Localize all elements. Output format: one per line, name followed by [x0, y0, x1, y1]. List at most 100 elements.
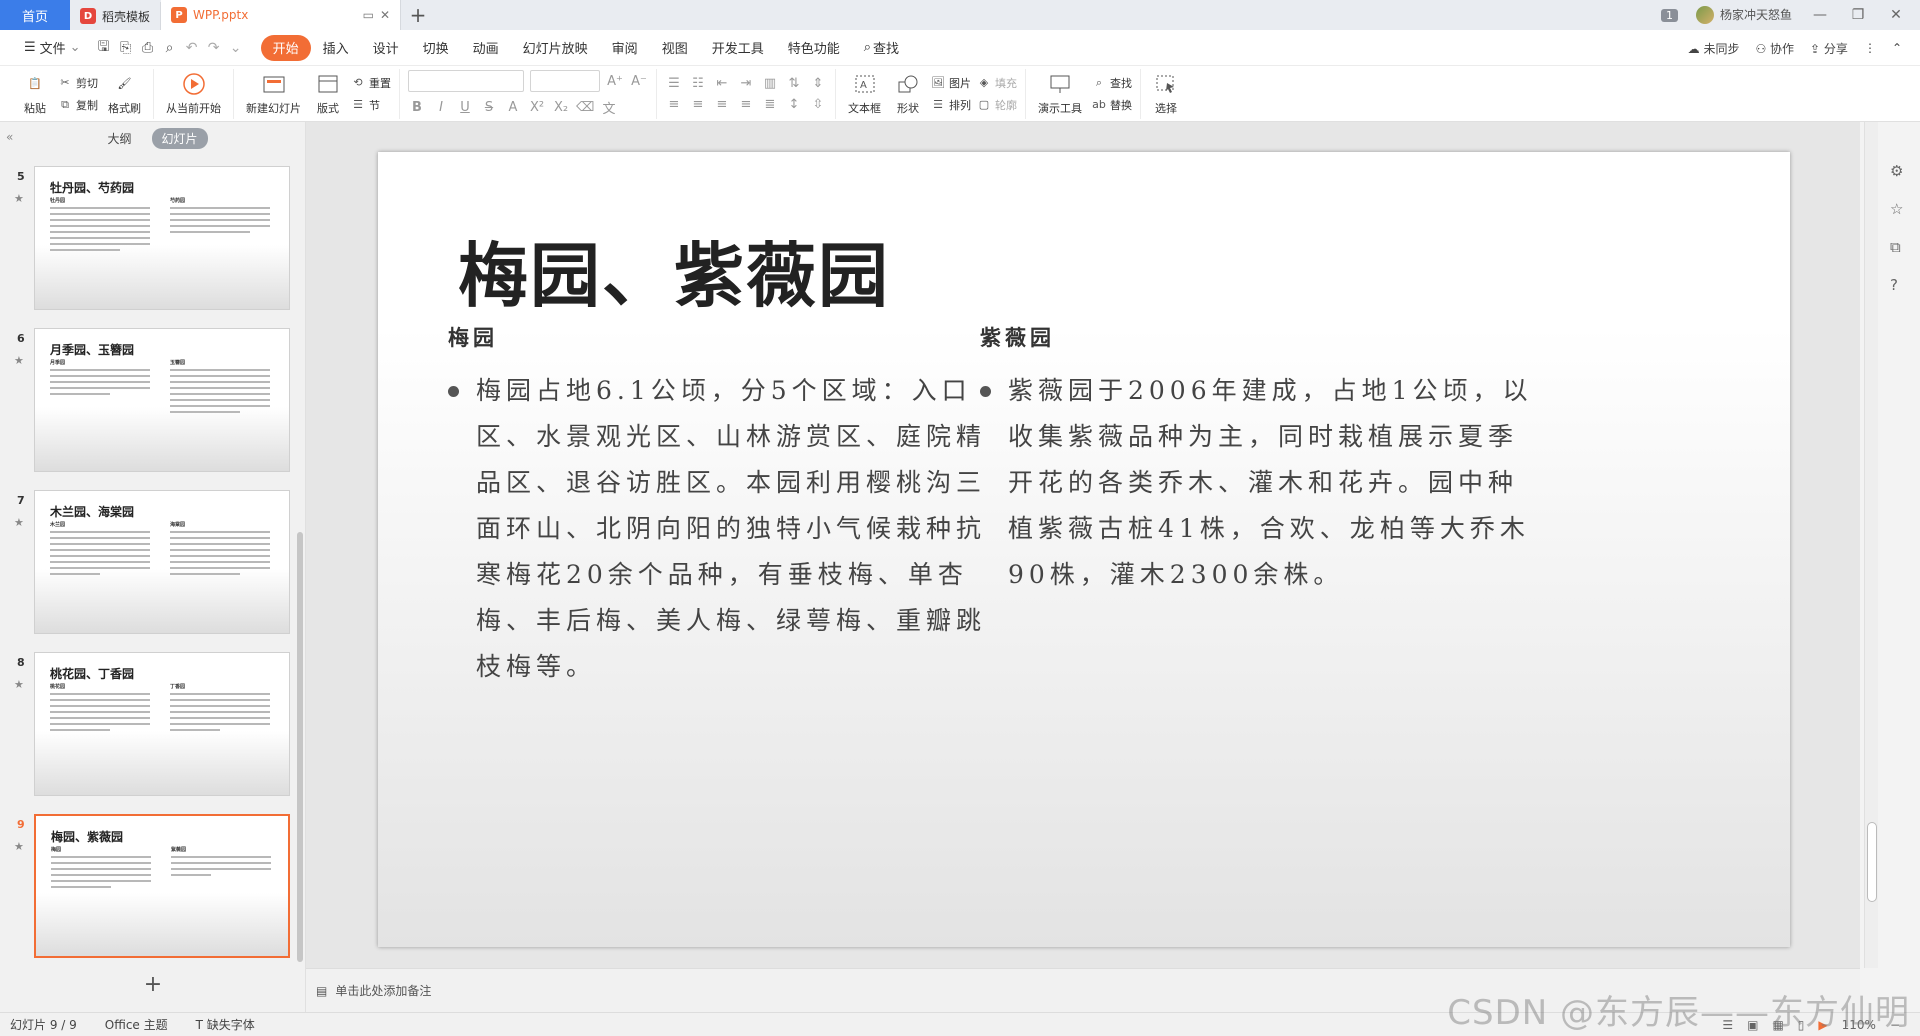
star-icon[interactable]: ★: [14, 678, 24, 691]
menu-view[interactable]: 视图: [650, 35, 700, 61]
from-current-button[interactable]: 从当前开始: [162, 72, 225, 116]
missing-font-button[interactable]: T 缺失字体: [196, 1016, 255, 1033]
format-painter-button[interactable]: 🖌 格式刷: [104, 72, 145, 116]
outline-button[interactable]: ▢ 轮廓: [977, 97, 1017, 113]
text-direction-icon[interactable]: ⇅: [785, 76, 803, 91]
minimize-icon[interactable]: —: [1810, 7, 1830, 23]
paragraph-spacing-icon[interactable]: ⇳: [809, 97, 827, 112]
tab-slides[interactable]: 幻灯片: [151, 127, 208, 149]
menu-transition[interactable]: 切换: [411, 35, 461, 61]
replace-button[interactable]: ab 替换: [1092, 97, 1132, 113]
collab-button[interactable]: ⚇ 协作: [1755, 40, 1794, 57]
star-icon[interactable]: ★: [14, 354, 24, 367]
right-subtitle[interactable]: 紫薇园: [980, 322, 1540, 352]
window-count-badge[interactable]: 1: [1660, 8, 1678, 22]
scrollbar-thumb[interactable]: [1867, 822, 1877, 902]
subscript-icon[interactable]: X₂: [552, 100, 570, 115]
italic-icon[interactable]: I: [432, 100, 450, 115]
star-icon[interactable]: ★: [14, 516, 24, 529]
copy-button[interactable]: ⧉ 复制: [58, 97, 98, 113]
select-button[interactable]: 选择: [1149, 72, 1183, 116]
file-menu[interactable]: ☰ 文件 ⌄: [12, 35, 93, 61]
undo-icon[interactable]: ↶: [181, 37, 203, 59]
menu-developer[interactable]: 开发工具: [700, 35, 776, 61]
decrease-indent-icon[interactable]: ⇤: [713, 76, 731, 91]
distribute-icon[interactable]: ≣: [761, 97, 779, 112]
save-icon[interactable]: 🖫: [93, 37, 115, 59]
left-body[interactable]: 梅园占地6.1公顷，分5个区域：入口区、水景观光区、山林游赏区、庭院精品区、退谷…: [448, 368, 1008, 690]
slide-thumbnail[interactable]: 6 ★ 月季园、玉簪园 月季园 玉簪园: [0, 328, 296, 476]
menu-slideshow[interactable]: 幻灯片放映: [511, 35, 600, 61]
sync-button[interactable]: ☁ 未同步: [1688, 40, 1740, 57]
line-spacing-icon[interactable]: ↕: [785, 97, 803, 112]
new-slide-button[interactable]: 新建幻灯片: [242, 72, 305, 116]
help-icon[interactable]: ?: [1890, 276, 1903, 294]
slide-thumbnail[interactable]: 5 ★ 牡丹园、芍药园 牡丹园 芍药园: [0, 166, 296, 314]
underline-icon[interactable]: U: [456, 100, 474, 115]
numbering-icon[interactable]: ☷: [689, 76, 707, 91]
user-account[interactable]: 杨家冲天怒鱼: [1695, 6, 1792, 25]
vertical-scrollbar[interactable]: [1864, 122, 1878, 968]
thumbnail-preview[interactable]: 月季园、玉簪园 月季园 玉簪园: [34, 328, 290, 472]
restore-icon[interactable]: ❐: [1848, 7, 1868, 23]
slide-title[interactable]: 梅园、紫薇园: [458, 220, 890, 321]
slide-thumbnail-selected[interactable]: 9 ★ 梅园、紫薇园 梅园 紫薇园: [0, 814, 296, 962]
thumbnail-preview[interactable]: 牡丹园、芍药园 牡丹园 芍药园: [34, 166, 290, 310]
slide-canvas[interactable]: 梅园、紫薇园 梅园 梅园占地6.1公顷，分5个区域：入口区、水景观光区、山林游赏…: [378, 152, 1790, 947]
new-tab-button[interactable]: +: [401, 0, 435, 30]
thumbnail-preview[interactable]: 木兰园、海棠园 木兰园 海棠园: [34, 490, 290, 634]
star-icon[interactable]: ★: [14, 192, 24, 205]
layout-button[interactable]: 版式: [311, 72, 345, 116]
menu-search[interactable]: ⌕ 查找: [852, 35, 911, 61]
right-column[interactable]: 紫薇园 紫薇园于2006年建成，占地1公顷，以收集紫薇品种为主，同时栽植展示夏季…: [980, 322, 1540, 598]
superscript-icon[interactable]: X²: [528, 100, 546, 115]
layers-icon[interactable]: ⧉: [1890, 238, 1903, 256]
reset-button[interactable]: ⟲ 重置: [351, 75, 391, 91]
align-right-icon[interactable]: ≡: [713, 97, 731, 112]
menu-home[interactable]: 开始: [260, 34, 311, 61]
close-window-icon[interactable]: ✕: [1886, 7, 1906, 23]
font-shrink-icon[interactable]: A⁻: [630, 74, 648, 89]
slide-thumbnail[interactable]: 7 ★ 木兰园、海棠园 木兰园 海棠园: [0, 490, 296, 638]
pin-tab-icon[interactable]: ▭: [363, 8, 374, 22]
bullets-icon[interactable]: ☰: [665, 76, 683, 91]
redo-icon[interactable]: ↷: [203, 37, 225, 59]
collapse-ribbon-icon[interactable]: ⌃: [1892, 41, 1902, 55]
section-button[interactable]: ☰ 节: [351, 97, 391, 113]
right-body[interactable]: 紫薇园于2006年建成，占地1公顷，以收集紫薇品种为主，同时栽植展示夏季开花的各…: [980, 368, 1540, 598]
shape-button[interactable]: 形状: [891, 72, 925, 116]
bold-icon[interactable]: B: [408, 100, 426, 115]
font-grow-icon[interactable]: A⁺: [606, 74, 624, 89]
columns-icon[interactable]: ▥: [761, 76, 779, 91]
tab-outline[interactable]: 大纲: [97, 128, 141, 149]
fill-button[interactable]: ◈ 填充: [977, 75, 1017, 91]
star-icon[interactable]: ★: [14, 840, 24, 853]
tab-home[interactable]: 首页: [0, 0, 70, 30]
arrange-button[interactable]: ☰ 排列: [931, 97, 971, 113]
notes-placeholder[interactable]: 单击此处添加备注: [335, 982, 431, 999]
menu-review[interactable]: 审阅: [600, 35, 650, 61]
print-preview-icon[interactable]: ⌕: [159, 37, 181, 59]
properties-icon[interactable]: ⚙: [1890, 162, 1903, 180]
align-text-icon[interactable]: ⇕: [809, 76, 827, 91]
customize-icon[interactable]: ⌄: [225, 37, 247, 59]
increase-indent-icon[interactable]: ⇥: [737, 76, 755, 91]
textbox-button[interactable]: A 文本框: [844, 72, 885, 116]
share-button[interactable]: ⇪ 分享: [1810, 40, 1848, 57]
collapse-panel-icon[interactable]: «: [6, 130, 13, 144]
more-icon[interactable]: ⋮: [1864, 41, 1876, 55]
cut-button[interactable]: ✂ 剪切: [58, 75, 98, 91]
tab-file[interactable]: P WPP.pptx ▭ ✕: [161, 0, 402, 30]
slide-thumbnail[interactable]: 8 ★ 桃花园、丁香园 桃花园 丁香园: [0, 652, 296, 800]
font-size-select[interactable]: [530, 70, 600, 92]
thumbnail-preview[interactable]: 梅园、紫薇园 梅园 紫薇园: [34, 814, 290, 958]
left-column[interactable]: 梅园 梅园占地6.1公顷，分5个区域：入口区、水景观光区、山林游赏区、庭院精品区…: [448, 322, 1008, 690]
tab-template[interactable]: D 稻壳模板: [70, 2, 162, 30]
picture-button[interactable]: 🖼 图片: [931, 75, 971, 91]
close-tab-icon[interactable]: ✕: [380, 8, 390, 22]
menu-animation[interactable]: 动画: [461, 35, 511, 61]
phonetic-icon[interactable]: 文: [600, 98, 618, 117]
clear-format-icon[interactable]: ⌫: [576, 100, 594, 115]
menu-design[interactable]: 设计: [361, 35, 411, 61]
left-subtitle[interactable]: 梅园: [448, 322, 1008, 352]
